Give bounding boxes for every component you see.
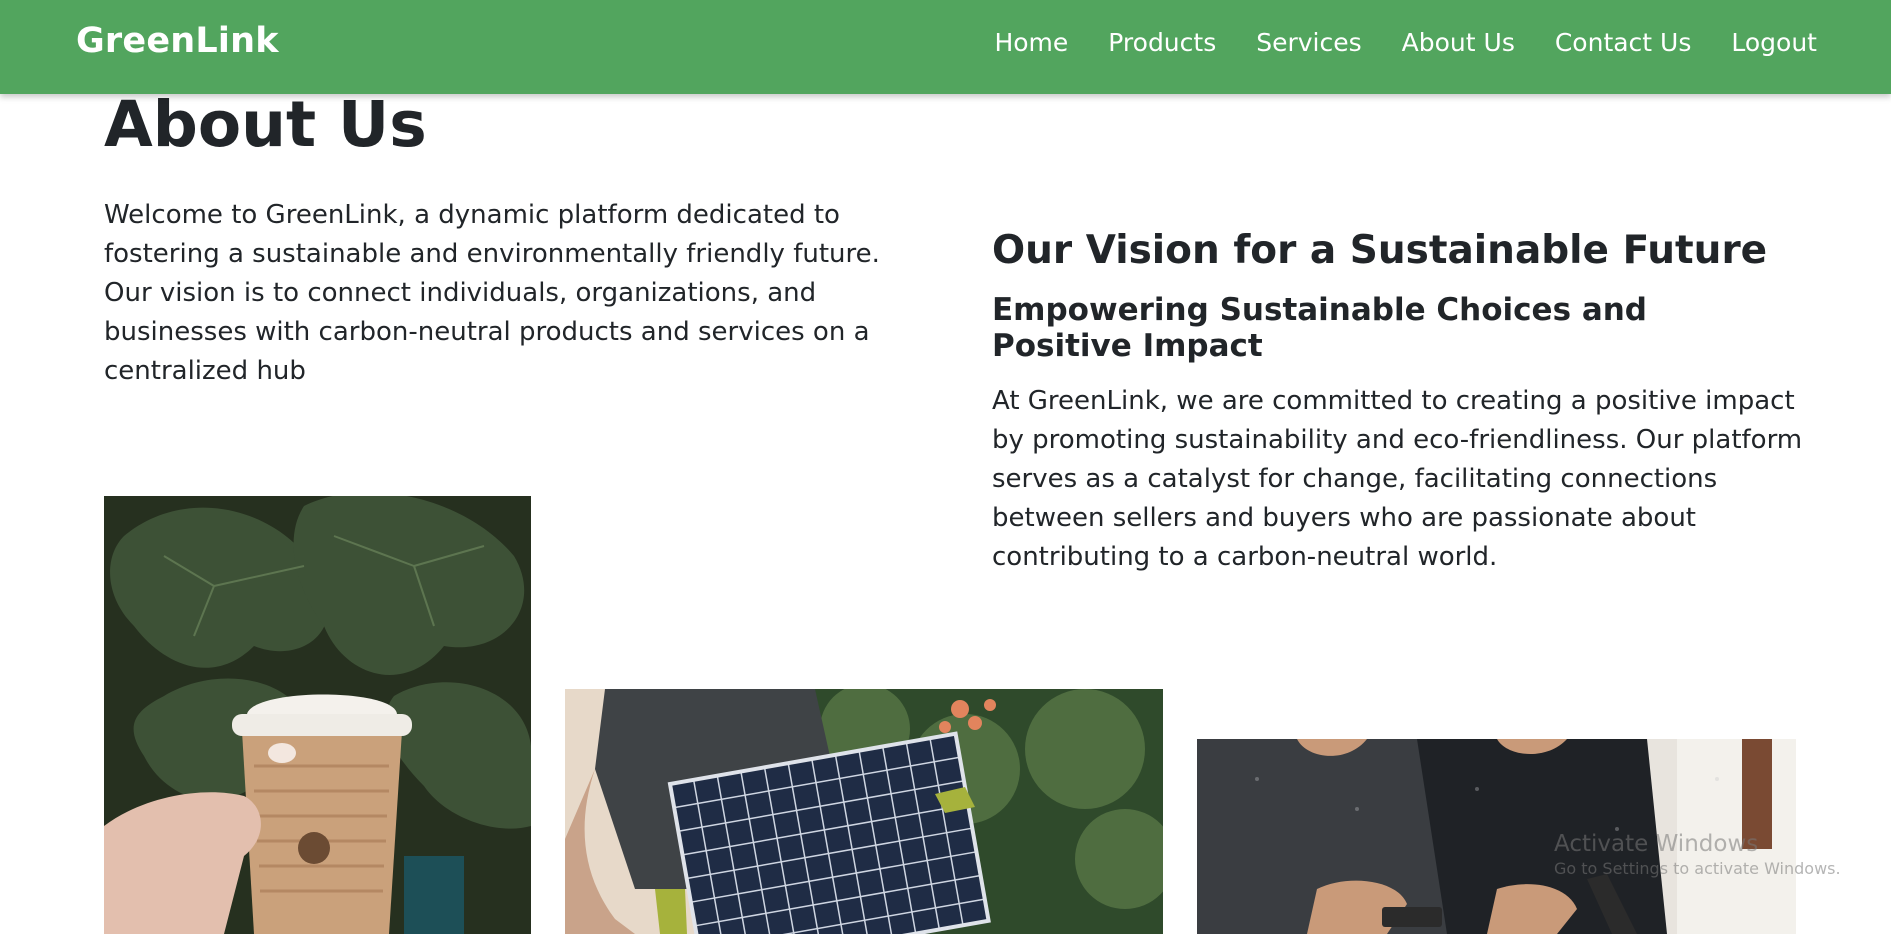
nav-services-link[interactable]: Services — [1256, 28, 1361, 57]
navbar: GreenLink Home Products Services About U… — [0, 0, 1891, 94]
vision-heading: Our Vision for a Sustainable Future — [992, 228, 1768, 273]
vision-paragraph: At GreenLink, we are committed to creati… — [992, 386, 1803, 572]
team-photo — [1197, 739, 1796, 934]
nav-logout-link[interactable]: Logout — [1731, 28, 1817, 57]
brand-logo[interactable]: GreenLink — [76, 21, 279, 61]
vision-section: Our Vision for a Sustainable Future Empo… — [992, 226, 1812, 577]
coffee-cup-photo — [104, 496, 531, 934]
page-title: About Us — [104, 88, 427, 161]
team-image — [1197, 739, 1796, 934]
coffee-cup-image — [104, 496, 531, 934]
vision-subheading: Empowering Sustainable Choices and Posit… — [992, 292, 1647, 364]
intro-paragraph: Welcome to GreenLink, a dynamic platform… — [104, 200, 880, 386]
nav-contact-link[interactable]: Contact Us — [1555, 28, 1692, 57]
solar-panel-photo — [565, 689, 1163, 934]
nav-links: Home Products Services About Us Contact … — [994, 28, 1817, 57]
nav-about-link[interactable]: About Us — [1402, 28, 1515, 57]
nav-products-link[interactable]: Products — [1108, 28, 1216, 57]
nav-home-link[interactable]: Home — [994, 28, 1068, 57]
solar-panel-image — [565, 689, 1163, 934]
